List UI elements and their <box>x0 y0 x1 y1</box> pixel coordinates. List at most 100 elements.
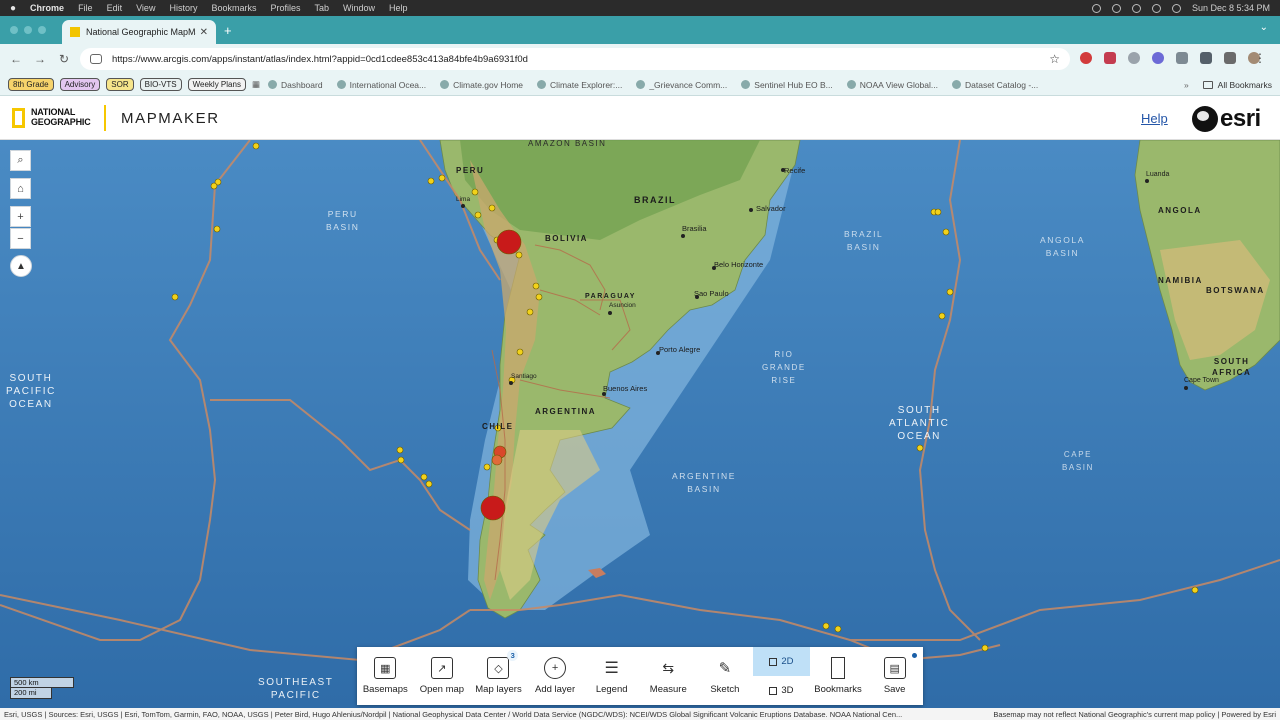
menu-edit[interactable]: Edit <box>107 3 123 13</box>
status-icon[interactable] <box>1091 3 1101 13</box>
extension-icon[interactable] <box>1080 52 1092 64</box>
site-info-icon[interactable] <box>90 54 102 64</box>
menu-file[interactable]: File <box>78 3 93 13</box>
menubar-app-name[interactable]: Chrome <box>30 3 64 13</box>
esri-logo[interactable]: esri <box>1192 105 1261 133</box>
tab-search-chevron-icon[interactable]: ⌄ <box>1260 22 1268 33</box>
close-tab-icon[interactable]: ✕ <box>200 27 208 38</box>
volcano-marker-small[interactable] <box>1191 586 1199 594</box>
forward-button[interactable]: → <box>28 52 52 66</box>
volcano-marker-small[interactable] <box>252 142 260 150</box>
bookmark-pill[interactable]: BIO-VTS <box>139 78 182 91</box>
volcano-marker-small[interactable] <box>396 446 404 454</box>
bookmark-pill[interactable]: 8th Grade <box>8 78 54 91</box>
wifi-icon[interactable] <box>1151 3 1161 13</box>
zoom-in-button[interactable]: + <box>10 206 31 227</box>
clock[interactable]: Sun Dec 8 5:34 PM <box>1192 3 1270 13</box>
help-link[interactable]: Help <box>1141 111 1168 126</box>
status-icon[interactable] <box>1111 3 1121 13</box>
volcano-marker-small[interactable] <box>526 308 534 316</box>
volcano-marker-small[interactable] <box>834 625 842 633</box>
save-button[interactable]: ▤ Save <box>866 647 923 705</box>
measure-button[interactable]: ⇆ Measure <box>640 647 697 705</box>
extension-icon[interactable] <box>1128 52 1140 64</box>
address-bar[interactable]: https://www.arcgis.com/apps/instant/atla… <box>80 48 1070 70</box>
legend-button[interactable]: ☰ Legend <box>583 647 640 705</box>
map-home-button[interactable]: ⌂ <box>10 178 31 199</box>
open-map-button[interactable]: ↗ Open map <box>414 647 471 705</box>
status-icon[interactable] <box>1131 3 1141 13</box>
volcano-marker-small[interactable] <box>822 622 830 630</box>
bookmark-item[interactable]: Dataset Catalog -... <box>952 80 1038 90</box>
search-icon[interactable] <box>1171 3 1181 13</box>
volcano-marker-small[interactable] <box>483 463 491 471</box>
puzzle-icon[interactable] <box>1200 52 1212 64</box>
menu-help[interactable]: Help <box>389 3 408 13</box>
bookmark-item[interactable]: Climate Explorer:... <box>537 80 622 90</box>
volcano-marker-small[interactable] <box>946 288 954 296</box>
volcano-marker-small[interactable] <box>532 282 540 290</box>
volcano-marker-large[interactable] <box>480 495 506 521</box>
url-text[interactable]: https://www.arcgis.com/apps/instant/atla… <box>112 54 1049 65</box>
extension-icon[interactable] <box>1176 52 1188 64</box>
menu-tab[interactable]: Tab <box>315 3 330 13</box>
menu-history[interactable]: History <box>169 3 197 13</box>
basemaps-button[interactable]: ▦ Basemaps <box>357 647 414 705</box>
bookmark-item[interactable]: Dashboard <box>267 80 323 90</box>
bookmark-item[interactable]: NOAA View Global... <box>846 80 938 90</box>
bookmark-pill[interactable]: Weekly Plans <box>187 78 246 91</box>
volcano-marker-small[interactable] <box>438 174 446 182</box>
volcano-marker-small[interactable] <box>535 293 543 301</box>
volcano-marker-small[interactable] <box>981 644 989 652</box>
volcano-marker-small[interactable] <box>515 251 523 259</box>
menu-window[interactable]: Window <box>343 3 375 13</box>
volcano-marker-small[interactable] <box>425 480 433 488</box>
volcano-marker-small[interactable] <box>488 204 496 212</box>
extension-icon[interactable] <box>1104 52 1116 64</box>
volcano-marker-small[interactable] <box>934 208 942 216</box>
extension-icon[interactable] <box>1152 52 1164 64</box>
volcano-marker-small[interactable] <box>171 293 179 301</box>
volcano-marker-medium[interactable] <box>491 454 503 466</box>
volcano-marker-small[interactable] <box>397 456 405 464</box>
volcano-marker-small[interactable] <box>210 182 218 190</box>
volcano-marker-small[interactable] <box>916 444 924 452</box>
map-view[interactable]: BRAZIL BOLIVIA PARAGUAY ARGENTINA CHILE … <box>0 140 1280 708</box>
volcano-marker-large[interactable] <box>496 229 522 255</box>
bookmarks-button[interactable]: Bookmarks <box>810 647 867 705</box>
menu-bookmarks[interactable]: Bookmarks <box>211 3 256 13</box>
volcano-marker-small[interactable] <box>516 348 524 356</box>
view-2d-button[interactable]: 2D <box>753 647 810 676</box>
bookmark-item[interactable]: Climate.gov Home <box>440 80 523 90</box>
volcano-marker-small[interactable] <box>420 473 428 481</box>
back-button[interactable]: ← <box>4 52 28 66</box>
sidepanel-icon[interactable] <box>1224 52 1236 64</box>
attribution-sources[interactable]: Esri, USGS | Sources: Esri, USGS | Esri,… <box>4 710 985 719</box>
minimize-window-button[interactable] <box>24 26 32 34</box>
bookmark-pill[interactable]: Advisory <box>59 78 101 91</box>
map-layers-button[interactable]: ◇ 3 Map layers <box>470 647 527 705</box>
all-bookmarks[interactable]: » All Bookmarks <box>1184 80 1272 90</box>
volcano-marker-small[interactable] <box>471 188 479 196</box>
apps-grid-icon[interactable]: ▦ <box>252 79 260 90</box>
volcano-marker-small[interactable] <box>938 312 946 320</box>
attribution-powered-by[interactable]: Basemap may not reflect National Geograp… <box>993 710 1276 719</box>
close-window-button[interactable] <box>10 26 18 34</box>
bookmark-item[interactable]: _Grievance Comm... <box>636 80 727 90</box>
sketch-button[interactable]: ✎ Sketch <box>697 647 754 705</box>
bookmark-item[interactable]: Sentinel Hub EO B... <box>741 80 833 90</box>
menu-view[interactable]: View <box>136 3 155 13</box>
zoom-out-button[interactable]: − <box>10 228 31 249</box>
add-layer-button[interactable]: + Add layer <box>527 647 584 705</box>
bookmark-pill[interactable]: SOR <box>106 78 134 91</box>
volcano-marker-small[interactable] <box>474 211 482 219</box>
browser-tab-active[interactable]: National Geographic MapMak ✕ <box>62 20 216 44</box>
browser-menu-icon[interactable]: ⋮ <box>1254 51 1266 65</box>
bookmark-star-icon[interactable]: ☆ <box>1049 52 1060 66</box>
apple-icon[interactable]: ● <box>10 3 16 14</box>
compass-button[interactable]: ▲ <box>10 255 32 277</box>
view-3d-button[interactable]: 3D <box>753 676 810 705</box>
menu-profiles[interactable]: Profiles <box>270 3 300 13</box>
bookmark-item[interactable]: International Ocea... <box>336 80 426 90</box>
chevron-right-icon[interactable]: » <box>1184 80 1189 90</box>
